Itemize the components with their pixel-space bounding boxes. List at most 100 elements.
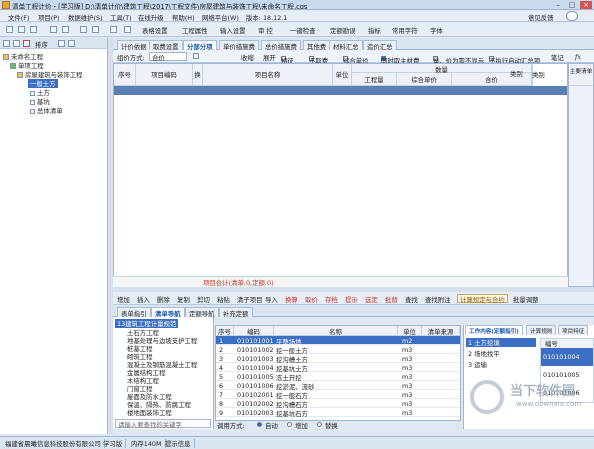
tab-pricing-basis[interactable]: 计价依据	[117, 40, 151, 51]
tab-other-fees[interactable]: 其他费	[303, 40, 331, 51]
work-item[interactable]: 2 场地找平	[466, 349, 536, 358]
tab-quota-nav[interactable]: 定额导航	[185, 307, 219, 318]
table-row[interactable]: 2 010101002 挖一般土方 m3	[216, 345, 460, 355]
auto-radio[interactable]	[257, 422, 262, 427]
tab-list-nav[interactable]: 清单导航	[151, 307, 185, 318]
tab-calc-rule[interactable]: 计算规则	[526, 325, 557, 335]
tree-sort-label[interactable]: 排序	[35, 40, 48, 49]
font-button[interactable]: 字体	[430, 26, 443, 35]
action-cut[interactable]: 剪切	[197, 295, 210, 304]
refresh-icon[interactable]	[92, 26, 99, 33]
action-select[interactable]: 选定	[365, 295, 378, 304]
close-icon[interactable]: ×	[580, 1, 592, 9]
tab-unit-measures[interactable]: 单价措施费	[219, 40, 259, 51]
status-tips[interactable]: 提示信息	[162, 439, 195, 448]
add-radio[interactable]	[287, 422, 292, 427]
tab-materials[interactable]: 材料汇总	[329, 40, 363, 51]
work-item[interactable]: 3 运输	[466, 360, 536, 369]
tab-total-measures[interactable]: 总价措施费	[261, 40, 301, 51]
action-hint[interactable]: 提示	[345, 295, 358, 304]
sub-row[interactable]: 010101004	[541, 348, 593, 366]
common-chars-button[interactable]: 常用字符	[392, 26, 418, 35]
table-row[interactable]: 1 010101001 平整场地 m2	[216, 336, 460, 346]
maximize-icon[interactable]: □	[566, 1, 578, 9]
table-row[interactable]: 3 010101003 挖沟槽土方 m3	[216, 354, 460, 364]
table-row[interactable]: 5 010101005 冻土开挖 m3	[216, 372, 460, 382]
table-row[interactable]: 8 010102002 挖沟槽石方 m3	[216, 399, 460, 409]
action-delete[interactable]: 删除	[157, 295, 170, 304]
down-icon[interactable]	[68, 40, 75, 47]
user-avatar-icon[interactable]	[566, 11, 578, 21]
settings-icon[interactable]	[110, 26, 117, 33]
tab-work-content[interactable]: 工作内容(定额指引)	[465, 325, 523, 335]
tree-item[interactable]: 总体清单	[30, 106, 63, 115]
tab-items[interactable]: 分部分项	[183, 40, 217, 51]
expand-button[interactable]: 展开	[263, 53, 276, 62]
ctree-root[interactable]: 13建筑工程计量规范	[115, 319, 179, 328]
tab-features[interactable]: 项目特征	[558, 325, 589, 335]
tree-spec[interactable]: 房屋建筑与装饰工程	[17, 70, 83, 79]
calc-icon[interactable]	[80, 26, 87, 33]
selected-row[interactable]	[114, 86, 567, 95]
tab-supp-quota[interactable]: 补充定额	[219, 307, 253, 318]
formula-icon[interactable]: fx	[575, 53, 581, 61]
action-save[interactable]: 存档	[325, 295, 338, 304]
action-insert[interactable]: 插入	[137, 295, 150, 304]
table-row[interactable]: 7 010102001 挖一般石方 m3	[216, 390, 460, 400]
menu-help[interactable]: 帮助(H)	[172, 13, 195, 22]
project-attr-button[interactable]: 工程属性	[182, 26, 208, 35]
ctree-item[interactable]: 楼地面装饰工程	[127, 408, 172, 417]
table-row[interactable]: 9 010102003 挖基坑石方 m3	[216, 408, 460, 418]
replace-radio[interactable]	[317, 422, 322, 427]
import-settings-button[interactable]: 输入设置	[220, 26, 246, 35]
redo-icon[interactable]	[62, 26, 69, 33]
action-batch[interactable]: 批替	[385, 295, 398, 304]
work-item[interactable]: 1 土方挖填	[466, 338, 536, 347]
gear-icon[interactable]	[3, 40, 10, 47]
feedback-link[interactable]: 意见反馈	[528, 13, 554, 22]
menu-tools[interactable]: 工具(T)	[110, 13, 132, 22]
expand-icon[interactable]	[193, 53, 199, 59]
action-import[interactable]: 导入	[265, 295, 278, 304]
action-add[interactable]: 增加	[117, 295, 130, 304]
menu-file[interactable]: 文件(F)	[8, 13, 29, 22]
rule-dropdown[interactable]: 计算规定与合约	[457, 294, 508, 304]
drag-audit-button[interactable]: 定额勘误	[330, 26, 356, 35]
tree-item[interactable]: 基坑	[30, 97, 50, 106]
minimize-icon[interactable]: –	[552, 1, 564, 9]
tree-item[interactable]: 土方	[30, 88, 50, 97]
tree-item-selected[interactable]: 一般土方	[28, 79, 58, 88]
menu-online[interactable]: 在线升级	[138, 13, 164, 22]
action-clear-sub[interactable]: 清子项目	[237, 295, 263, 304]
one-check-button[interactable]: 一键检查	[290, 26, 316, 35]
menu-project[interactable]: 项目(P)	[38, 13, 60, 22]
tab-fee-settings[interactable]: 取费设置	[149, 40, 183, 51]
method-select[interactable]: 合价	[149, 52, 187, 62]
grid-icon[interactable]	[124, 26, 131, 33]
open-icon[interactable]	[18, 26, 25, 33]
menu-bim[interactable]: 网络平台(W)	[202, 13, 239, 22]
collapse-button[interactable]: 收缩	[241, 53, 254, 62]
action-price[interactable]: 取价	[305, 295, 318, 304]
menu-data[interactable]: 数据维护(S)	[68, 13, 103, 22]
audit-button[interactable]: 审 控	[258, 26, 273, 35]
save-icon[interactable]	[30, 26, 37, 33]
table-row[interactable]: 4 010101004 挖基坑土方 m3	[216, 363, 460, 373]
up-icon[interactable]	[58, 40, 65, 47]
tree-root[interactable]: 未命名工程	[3, 52, 43, 61]
undo-icon[interactable]	[50, 26, 57, 33]
table-attr-button[interactable]: 表格设置	[142, 26, 168, 35]
action-convert[interactable]: 换算	[285, 295, 298, 304]
indicator-button[interactable]: 指标	[368, 26, 381, 35]
table-row[interactable]: 6 010101006 挖淤泥、流砂 m3	[216, 381, 460, 391]
tab-form-guide[interactable]: 表单指引	[117, 307, 151, 318]
notes-button[interactable]: 笔记	[551, 53, 564, 62]
tab-cost-summary[interactable]: 造价汇总	[363, 40, 397, 51]
delete-icon[interactable]	[23, 40, 30, 47]
add-icon[interactable]	[13, 40, 20, 47]
ctree-search-input[interactable]: 请输入要查找的关键字	[115, 419, 211, 429]
new-icon[interactable]	[6, 26, 13, 33]
action-paste[interactable]: 粘贴	[217, 295, 230, 304]
action-copy[interactable]: 复制	[177, 295, 190, 304]
action-search[interactable]: 查找	[405, 295, 418, 304]
